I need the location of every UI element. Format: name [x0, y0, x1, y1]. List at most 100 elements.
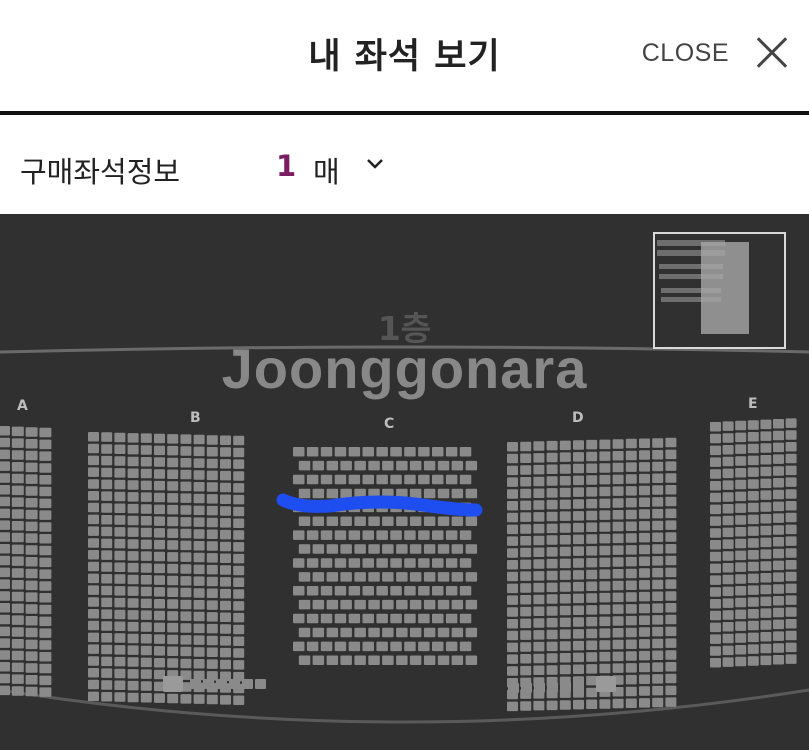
seat-section-e[interactable] — [773, 607, 784, 618]
seat-section-a[interactable] — [39, 652, 52, 662]
seat-section-e[interactable] — [785, 477, 797, 487]
seat-section-d[interactable] — [665, 520, 677, 530]
seat-section-d[interactable] — [599, 581, 611, 591]
seat-section-e[interactable] — [735, 468, 747, 478]
seat-section-d[interactable] — [573, 593, 584, 604]
seat-section-b[interactable] — [127, 669, 139, 679]
close-button[interactable]: CLOSE — [642, 36, 789, 70]
seat-section-c[interactable] — [376, 641, 388, 652]
seat-section-e[interactable] — [760, 549, 772, 559]
seat-section-e[interactable] — [722, 515, 734, 526]
seat-section-c[interactable] — [293, 530, 305, 540]
seat-section-e[interactable] — [747, 467, 759, 477]
seat-section-d[interactable] — [652, 473, 664, 484]
seat-section-b[interactable] — [88, 455, 99, 466]
seat-section-a[interactable] — [25, 580, 38, 591]
seat-section-b[interactable] — [127, 574, 139, 585]
seat-section-d[interactable] — [507, 701, 518, 712]
seat-section-e[interactable] — [785, 501, 797, 511]
seat-section-e[interactable] — [760, 561, 772, 571]
seat-section-d[interactable] — [639, 521, 650, 531]
seat-section-e[interactable] — [773, 655, 784, 665]
seat-section-e[interactable] — [785, 465, 797, 476]
seat-section-d[interactable] — [652, 544, 664, 554]
seat-section-c[interactable] — [465, 488, 478, 499]
seat-section-d[interactable] — [612, 545, 624, 555]
seat-section-b[interactable] — [101, 692, 113, 702]
seat-section-b[interactable] — [140, 492, 152, 502]
seat-section-d[interactable] — [665, 544, 677, 554]
seat-section-d[interactable] — [665, 697, 677, 707]
seat-row-bottom-right[interactable] — [534, 682, 545, 693]
seat-section-c[interactable] — [334, 641, 347, 652]
seat-section-d[interactable] — [520, 642, 532, 652]
seat-section-c[interactable] — [423, 655, 436, 666]
seat-section-c[interactable] — [376, 586, 388, 596]
seat-section-b[interactable] — [127, 551, 139, 561]
seat-section-e[interactable] — [785, 654, 797, 664]
seat-section-c[interactable] — [354, 516, 366, 527]
seat-section-d[interactable] — [599, 451, 611, 461]
seat-section-b[interactable] — [114, 432, 126, 443]
seat-section-d[interactable] — [665, 555, 677, 566]
seat-section-d[interactable] — [559, 523, 571, 533]
seat-section-b[interactable] — [114, 645, 126, 655]
seat-section-a[interactable] — [11, 473, 24, 484]
seat-section-d[interactable] — [546, 476, 558, 486]
seat-section-b[interactable] — [127, 657, 139, 667]
seat-section-b[interactable] — [180, 694, 192, 704]
seat-section-b[interactable] — [233, 506, 245, 517]
seat-section-b[interactable] — [140, 681, 152, 691]
seat-section-b[interactable] — [167, 445, 179, 456]
seat-section-e[interactable] — [722, 645, 734, 656]
seat-section-d[interactable] — [665, 473, 677, 483]
seat-section-b[interactable] — [193, 635, 205, 645]
seat-section-a[interactable] — [11, 639, 24, 649]
seat-section-a[interactable] — [11, 650, 24, 661]
seat-section-d[interactable] — [546, 464, 558, 475]
seat-section-e[interactable] — [710, 481, 721, 491]
seat-section-b[interactable] — [233, 494, 245, 505]
seat-section-b[interactable] — [233, 660, 245, 670]
seat-section-b[interactable] — [114, 468, 126, 478]
seat-section-b[interactable] — [206, 435, 218, 445]
ticket-count[interactable]: 1 — [276, 149, 296, 183]
seat-section-c[interactable] — [396, 460, 408, 471]
seat-section-d[interactable] — [546, 558, 558, 569]
seat-section-d[interactable] — [520, 465, 532, 475]
seat-section-e[interactable] — [785, 583, 797, 594]
seat-section-c[interactable] — [334, 586, 347, 596]
seat-section-b[interactable] — [220, 659, 231, 670]
seat-section-a[interactable] — [25, 557, 38, 567]
seat-section-b[interactable] — [140, 504, 152, 514]
seat-section-d[interactable] — [665, 638, 677, 648]
seat-section-c[interactable] — [334, 447, 347, 457]
seat-section-c[interactable] — [362, 530, 375, 540]
seat-section-c[interactable] — [437, 516, 450, 527]
seat-section-d[interactable] — [652, 591, 664, 602]
seat-section-a[interactable] — [25, 686, 38, 697]
seat-section-e[interactable] — [722, 421, 734, 431]
seat-section-d[interactable] — [546, 499, 558, 510]
seat-section-b[interactable] — [193, 434, 205, 445]
seat-section-d[interactable] — [573, 452, 584, 462]
seat-section-b[interactable] — [167, 587, 179, 598]
seat-section-b[interactable] — [220, 482, 231, 493]
seat-section-d[interactable] — [507, 607, 518, 617]
seat-section-e[interactable] — [710, 587, 721, 597]
seat-section-e[interactable] — [760, 632, 772, 642]
seat-section-b[interactable] — [88, 620, 99, 631]
seat-section-d[interactable] — [546, 582, 558, 593]
seat-section-e[interactable] — [760, 419, 772, 430]
seat-section-d[interactable] — [559, 440, 571, 451]
seat-section-d[interactable] — [625, 438, 637, 449]
seat-section-b[interactable] — [127, 633, 139, 644]
seat-section-e[interactable] — [735, 633, 747, 643]
seat-section-c[interactable] — [423, 544, 436, 554]
seat-section-c[interactable] — [368, 544, 380, 554]
seat-section-b[interactable] — [154, 551, 165, 562]
seat-section-b[interactable] — [220, 529, 231, 540]
seat-section-b[interactable] — [127, 468, 139, 479]
seat-section-b[interactable] — [114, 515, 126, 525]
seat-section-c[interactable] — [362, 586, 375, 596]
